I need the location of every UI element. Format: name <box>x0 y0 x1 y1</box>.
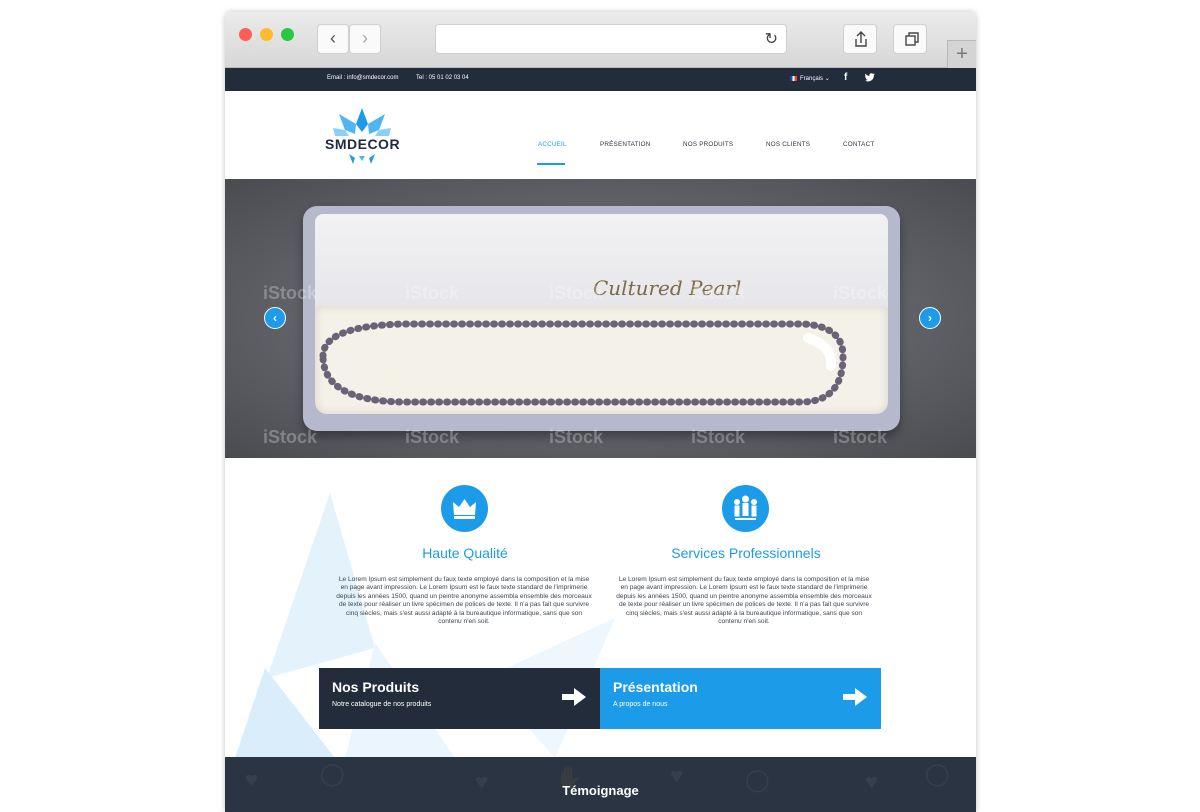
close-window-button[interactable] <box>239 28 252 41</box>
nav-item-nos-clients[interactable]: NOS CLIENTS <box>766 141 810 148</box>
hero-slider: Cultured Pearl iStock iStock iStock iSto… <box>225 179 976 458</box>
nav-item-presentation[interactable]: PRÉSENTATION <box>600 141 650 148</box>
cta-nos-produits[interactable]: Nos Produits Notre catalogue de nos prod… <box>319 668 600 729</box>
feature-description: Le Lorem Ipsum est simplement du faux te… <box>616 576 872 626</box>
browser-toolbar: ‹ › ↻ + <box>225 12 976 68</box>
cta-subtitle: Notre catalogue de nos produits <box>332 701 432 708</box>
tabs-icon <box>905 32 919 46</box>
cta-title: Présentation <box>613 679 698 695</box>
tabs-button[interactable] <box>893 24 927 54</box>
crown-icon <box>441 485 488 532</box>
chevron-left-icon: ‹ <box>273 311 277 325</box>
slider-next-button[interactable]: › <box>919 307 941 329</box>
watermark-text: iStock <box>263 283 318 303</box>
feature-title: Services Professionnels <box>671 545 821 561</box>
cta-subtitle: A propos de nous <box>613 701 668 708</box>
nav-item-accueil[interactable]: ACCUEIL <box>538 141 567 148</box>
logo-text: SMDECOR <box>325 136 401 152</box>
contact-phone: Tel : 05 01 02 03 04 <box>416 75 469 81</box>
share-icon <box>855 31 867 47</box>
feature-title: Haute Qualité <box>422 545 508 561</box>
slider-prev-button[interactable]: ‹ <box>264 307 286 329</box>
pearl-necklace-box-image: Cultured Pearl <box>303 206 900 431</box>
back-button[interactable]: ‹ <box>317 24 349 54</box>
reload-icon[interactable]: ↻ <box>765 29 778 49</box>
watermark-text: iStock <box>833 283 888 303</box>
france-flag-icon <box>790 75 797 81</box>
team-icon <box>722 485 769 532</box>
nav-item-nos-produits[interactable]: NOS PRODUITS <box>683 141 733 148</box>
plus-icon: + <box>956 43 968 65</box>
cta-presentation[interactable]: Présentation A propos de nous <box>600 668 881 729</box>
watermark-text: iStock <box>549 283 604 303</box>
language-label: Français <box>800 76 824 82</box>
watermark-text: iStock <box>833 427 888 447</box>
watermark-text: iStock <box>405 283 460 303</box>
share-button[interactable] <box>843 24 877 54</box>
minimize-window-button[interactable] <box>260 28 273 41</box>
top-info-bar: Email : info@smdecor.com Tel : 05 01 02 … <box>225 68 976 91</box>
cta-title: Nos Produits <box>332 679 420 695</box>
zoom-window-button[interactable] <box>281 28 294 41</box>
watermark-text: iStock <box>405 427 460 447</box>
facebook-icon[interactable]: f <box>844 72 847 83</box>
chevron-right-icon: › <box>362 28 368 48</box>
chevron-down-icon: ⌄ <box>824 76 830 82</box>
chevron-right-icon: › <box>928 311 932 325</box>
nav-item-contact[interactable]: CONTACT <box>843 141 874 148</box>
active-nav-indicator <box>537 163 565 165</box>
section-title: Témoignage <box>562 783 639 798</box>
testimonials-section: ♥ ◯ ♥ ✋ ♥ ◯ ♥ ◯ Témoignage <box>225 757 976 812</box>
language-selector[interactable]: Français ⌄ <box>790 75 830 82</box>
chevron-left-icon: ‹ <box>330 28 336 48</box>
browser-window: ‹ › ↻ + Email : info@smdecor.com Tel : 0… <box>225 12 976 812</box>
site-logo[interactable]: SMDECOR <box>325 106 401 166</box>
new-tab-button[interactable]: + <box>947 40 976 68</box>
address-bar[interactable]: ↻ <box>435 24 787 54</box>
pearl-necklace-drawing <box>319 320 847 406</box>
site-header: SMDECOR ACCUEIL PRÉSENTATION NOS PRODUIT… <box>225 91 976 179</box>
watermark-text: iStock <box>691 427 746 447</box>
arrow-right-icon <box>562 688 586 706</box>
watermark-text: iStock <box>691 283 746 303</box>
forward-button[interactable]: › <box>349 24 381 54</box>
arrow-right-icon <box>843 688 867 706</box>
watermark-text: iStock <box>263 427 318 447</box>
twitter-icon[interactable] <box>865 73 875 82</box>
feature-description: Le Lorem Ipsum est simplement du faux te… <box>336 576 592 626</box>
watermark-text: iStock <box>549 427 604 447</box>
contact-email[interactable]: Email : info@smdecor.com <box>327 75 398 81</box>
